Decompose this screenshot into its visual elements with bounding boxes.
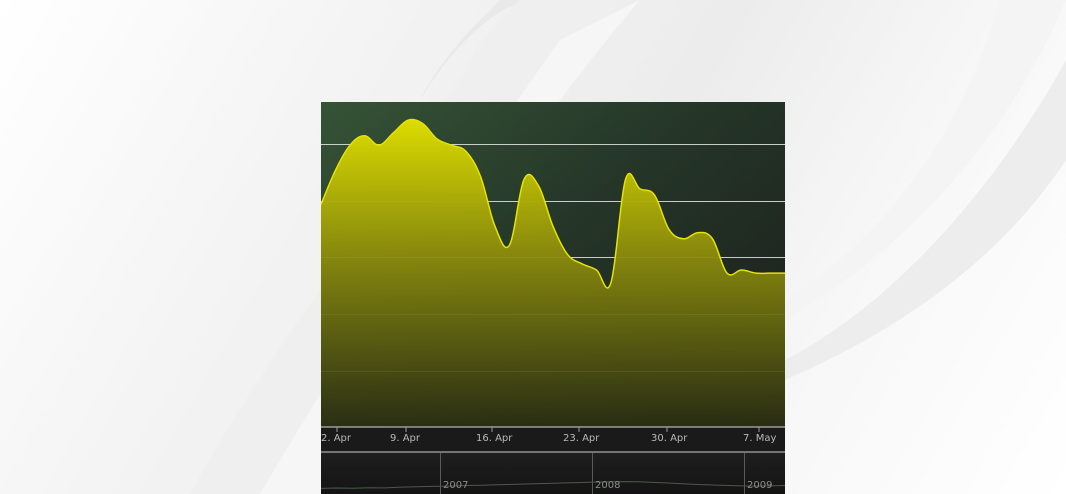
- x-tick-label-3: 16. Apr: [476, 433, 513, 444]
- stock-chart: 2. Apr 9. Apr 16. Apr 23. Apr 30. Apr 7. May …: [321, 102, 785, 494]
- x-tick-label-6: 7. May: [743, 433, 776, 444]
- chart-svg: 2. Apr 9. Apr 16. Apr 23. Apr 30. Apr 7. May …: [321, 102, 785, 494]
- x-tick-label-5: 30. Apr: [651, 433, 688, 444]
- x-tick-label-2: 9. Apr: [390, 433, 421, 444]
- navigator-label-1: 2007: [443, 480, 468, 491]
- x-tick-label-4: 23. Apr: [563, 433, 600, 444]
- navigator-label-3: 2009: [747, 480, 772, 491]
- x-tick-label-1: 2. Apr: [321, 433, 352, 444]
- navigator-label-2: 2008: [595, 480, 620, 491]
